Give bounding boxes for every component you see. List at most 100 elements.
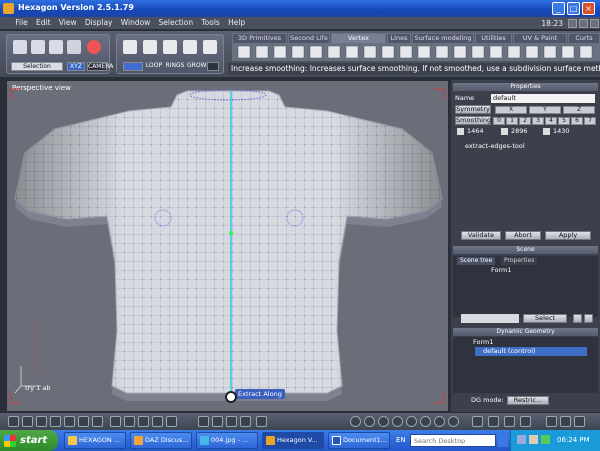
symmetry-x[interactable]: X xyxy=(495,106,527,114)
xyz-button[interactable]: XYZ xyxy=(67,62,85,71)
dg-form1[interactable]: Form1 xyxy=(473,338,494,347)
magnet-icon[interactable] xyxy=(67,40,81,54)
view-cube-icon[interactable] xyxy=(138,416,149,427)
layout-wide-icon[interactable] xyxy=(78,416,89,427)
layout-single-icon[interactable] xyxy=(8,416,19,427)
app-menu-icon[interactable] xyxy=(0,23,10,25)
undo-icon[interactable] xyxy=(560,416,571,427)
menu-edit[interactable]: Edit xyxy=(33,17,54,28)
cube-vertex-icon[interactable] xyxy=(123,40,137,54)
menu-selection[interactable]: Selection xyxy=(156,17,197,28)
symmetry-z[interactable]: Z xyxy=(563,106,595,114)
smoothing-level-3[interactable]: 3 xyxy=(532,117,544,125)
menu-view[interactable]: View xyxy=(56,17,80,28)
task-hexagon-app[interactable]: Hexagon V... xyxy=(262,432,324,449)
menu-help[interactable]: Help xyxy=(225,17,248,28)
layout-split-icon[interactable] xyxy=(64,416,75,427)
paint-select-icon[interactable] xyxy=(49,40,63,54)
task-daz-discussion[interactable]: DAZ Discus... xyxy=(130,432,192,449)
apply-button[interactable]: Apply xyxy=(545,231,591,240)
tool-gizmo-icon[interactable] xyxy=(225,391,237,403)
scene-add-button[interactable] xyxy=(573,314,582,323)
desktop-search-input[interactable] xyxy=(410,434,496,447)
layout-four-icon[interactable] xyxy=(22,416,33,427)
menu-window[interactable]: Window xyxy=(118,17,154,28)
shrink-button[interactable] xyxy=(207,62,219,71)
abort-button[interactable]: Abort xyxy=(505,231,541,240)
dg-default-control[interactable]: default (control) xyxy=(475,347,587,356)
orbit-icon[interactable] xyxy=(226,416,237,427)
tab-uv-paint[interactable]: UV & Paint xyxy=(513,33,567,43)
close-icon[interactable] xyxy=(590,19,599,28)
minimize-button[interactable]: _ xyxy=(552,2,565,15)
tab-curts[interactable]: Curts xyxy=(568,33,600,43)
shading-light-icon[interactable] xyxy=(420,416,431,427)
menu-file[interactable]: File xyxy=(12,17,31,28)
name-field[interactable]: default xyxy=(491,94,595,103)
task-hexagon-folder[interactable]: HEXAGON ... xyxy=(64,432,126,449)
shading-shadow-icon[interactable] xyxy=(434,416,445,427)
task-document1[interactable]: Document1... xyxy=(328,432,390,449)
frame-icon[interactable] xyxy=(256,416,267,427)
menu-tools[interactable]: Tools xyxy=(198,17,222,28)
tab-lines[interactable]: Lines xyxy=(387,33,411,43)
perspective-viewport[interactable]: Perspective view try 1 ab Extract Along xyxy=(6,80,449,412)
layout-two-icon[interactable] xyxy=(36,416,47,427)
tab-surface-modeling[interactable]: Surface modeling xyxy=(412,33,474,43)
lasso-icon[interactable] xyxy=(31,40,45,54)
restore-icon[interactable] xyxy=(568,19,577,28)
tray-security-icon[interactable] xyxy=(541,435,550,444)
tab-scene-properties[interactable]: Properties xyxy=(501,257,538,265)
symmetry-y[interactable]: Y xyxy=(529,106,561,114)
select-arrow-icon[interactable] xyxy=(13,40,27,54)
cursor-icon[interactable] xyxy=(520,416,531,427)
grow-button[interactable]: GROW xyxy=(187,62,206,71)
look-icon[interactable] xyxy=(240,416,251,427)
view-box-icon[interactable] xyxy=(124,416,135,427)
zoom-icon[interactable] xyxy=(198,416,209,427)
menu-display[interactable]: Display xyxy=(82,17,116,28)
tab-vertex-modeling[interactable]: Vertex modeling xyxy=(331,33,386,51)
smoothing-button[interactable]: Smoothing xyxy=(455,116,491,125)
tray-volume-icon[interactable] xyxy=(529,435,538,444)
shading-smooth-icon[interactable] xyxy=(378,416,389,427)
smoothing-level-0[interactable]: 0 xyxy=(493,117,505,125)
dg-mode-dropdown[interactable]: Restric... xyxy=(507,396,549,405)
settings-icon[interactable] xyxy=(546,416,557,427)
tab-3d-primitives[interactable]: 3D Primitives xyxy=(232,33,287,43)
search-go-icon[interactable] xyxy=(498,434,508,447)
rings-button[interactable]: RINGS xyxy=(165,62,185,71)
close-button[interactable]: × xyxy=(582,2,595,15)
tab-utilities[interactable]: Utilities xyxy=(475,33,512,43)
maximize-button[interactable]: □ xyxy=(567,2,580,15)
scene-search-field[interactable] xyxy=(461,314,519,323)
cube-object-icon[interactable] xyxy=(183,40,197,54)
symmetry-button[interactable]: Symmetry xyxy=(455,105,491,114)
smoothing-level-7[interactable]: 7 xyxy=(584,117,596,125)
view-grid-icon[interactable] xyxy=(110,416,121,427)
shading-xray-icon[interactable] xyxy=(448,416,459,427)
language-indicator[interactable]: EN xyxy=(396,436,406,444)
camera-icon[interactable] xyxy=(488,416,499,427)
center-handle[interactable] xyxy=(229,231,233,235)
camera-button[interactable]: CAMERA xyxy=(87,62,113,71)
validate-button[interactable]: Validate xyxy=(461,231,501,240)
scene-item-form1[interactable]: Form1 xyxy=(491,266,512,275)
selection-dropdown[interactable]: Selection xyxy=(11,62,63,71)
scene-remove-button[interactable] xyxy=(584,314,593,323)
render-icon[interactable] xyxy=(472,416,483,427)
cube-edge-icon[interactable] xyxy=(143,40,157,54)
smoothing-level-6[interactable]: 6 xyxy=(571,117,583,125)
modeling-tool-icons[interactable] xyxy=(232,43,600,61)
shading-globe-icon[interactable] xyxy=(350,416,361,427)
tab-scene-tree[interactable]: Scene tree xyxy=(457,257,496,265)
smoothing-level-2[interactable]: 2 xyxy=(519,117,531,125)
tray-network-icon[interactable] xyxy=(517,435,526,444)
redo-icon[interactable] xyxy=(574,416,585,427)
cube-face-icon[interactable] xyxy=(163,40,177,54)
select-mode-icons[interactable] xyxy=(123,62,143,71)
start-button[interactable]: start xyxy=(0,430,58,451)
shading-flat-icon[interactable] xyxy=(392,416,403,427)
smoothing-level-5[interactable]: 5 xyxy=(558,117,570,125)
no-select-icon[interactable] xyxy=(87,40,101,54)
